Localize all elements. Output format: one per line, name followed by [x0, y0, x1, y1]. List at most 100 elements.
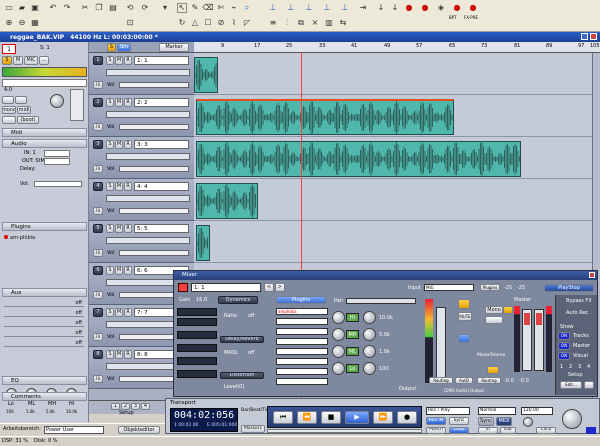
down-arrow-2-icon[interactable]: ↓ — [390, 3, 400, 13]
master-fader-l-cap[interactable] — [524, 313, 530, 325]
page-1-button[interactable]: 1 — [111, 403, 120, 410]
track-4-mute-button[interactable]: M — [115, 182, 123, 191]
dyn-slot-2[interactable] — [177, 318, 217, 326]
stop-icon[interactable]: ■ — [321, 411, 341, 424]
track-lane-1[interactable] — [194, 53, 600, 95]
track-2-number[interactable]: 2 — [93, 98, 103, 107]
track-1-pan-slider[interactable] — [106, 69, 190, 76]
track-6-mute-button[interactable]: M — [115, 266, 123, 275]
track-1-fx-button[interactable]: FX — [93, 81, 103, 89]
track-2-mute-button[interactable]: M — [115, 98, 123, 107]
track-3-number[interactable]: 3 — [93, 140, 103, 149]
inspector-button-a[interactable] — [2, 96, 14, 104]
plugin-slot-7-select[interactable] — [276, 368, 328, 375]
track-2-pan-slider[interactable] — [106, 111, 190, 118]
track-header-1[interactable]: 1 S M R 1: 1 FX Vol — [89, 53, 194, 95]
track-5-pan-slider[interactable] — [106, 237, 190, 244]
track-8-mute-button[interactable]: M — [115, 350, 123, 359]
audio-out-select[interactable] — [44, 158, 70, 165]
plugin-slot-3-select[interactable] — [276, 328, 328, 335]
marker-4-icon[interactable]: ⊥ — [322, 3, 332, 13]
selector-icon[interactable]: ↖ — [177, 3, 187, 13]
inspector-volume-fader[interactable] — [70, 89, 84, 121]
comments-section-header[interactable]: Comments — [2, 392, 87, 401]
maximize-window-icon[interactable] — [581, 33, 588, 40]
eraser-icon[interactable]: ⌫ — [202, 3, 213, 13]
loop-icon[interactable]: ↻ — [177, 18, 187, 28]
track-2-record-button[interactable]: R — [124, 98, 132, 107]
track-7-number[interactable]: 7 — [93, 308, 103, 317]
plugin-slot-2-select[interactable] — [276, 318, 328, 325]
track-1-clip[interactable] — [194, 57, 218, 93]
mixer-mono-stereo-button[interactable] — [485, 316, 503, 324]
inspector-track-number[interactable]: 1 — [2, 44, 16, 54]
fade-icon[interactable]: ◸ — [242, 18, 252, 28]
track-header-4[interactable]: 4 S M R 4: 4 FX Vol — [89, 179, 194, 221]
plugin-slot-1-select[interactable]: amphibia — [276, 308, 328, 315]
dynamics-tab[interactable]: Dynamics — [218, 296, 258, 304]
midi-section-header[interactable]: Midi — [2, 128, 87, 137]
glue-icon[interactable]: ⧉ — [296, 18, 306, 28]
track-4-name[interactable]: 4: 4 — [134, 182, 189, 191]
dyn-slot-6[interactable] — [177, 370, 217, 378]
inspector-mono-button[interactable]: mono — [2, 106, 16, 114]
track-3-solo-button[interactable]: S — [106, 140, 114, 149]
mixer-eq-mh-gain-knob[interactable] — [332, 328, 345, 341]
track-header-3[interactable]: 3 S M R 3: 3 FX Vol — [89, 137, 194, 179]
track-5-name[interactable]: 5: 5 — [134, 224, 189, 233]
mixer-page-1[interactable]: 1 — [560, 365, 563, 370]
track-lane-4[interactable] — [194, 179, 600, 221]
mixer-solo-button[interactable] — [458, 299, 470, 309]
project-title-bar[interactable]: reggae_BAK.VIP 44100 Hz L: 00:03:00:00 * — [0, 32, 600, 42]
sync-big-button[interactable]: Sync — [478, 417, 494, 426]
marker-1-icon[interactable]: ⊥ — [268, 3, 278, 13]
track-2-clip[interactable] — [196, 99, 454, 135]
dyn-slot-1[interactable] — [177, 308, 217, 316]
track-4-clip[interactable] — [196, 183, 258, 219]
workspace-select[interactable]: Power User — [44, 426, 104, 434]
mixer-eq-mh-freq-knob[interactable] — [363, 328, 376, 341]
marker-3-icon[interactable]: ⊥ — [304, 3, 314, 13]
track-1-vol-slider[interactable] — [119, 82, 189, 88]
mixer-eq-ml-label[interactable]: ML — [346, 347, 359, 356]
mixer-eq-hi-freq-knob[interactable] — [363, 311, 376, 324]
transport-position-slider[interactable] — [267, 429, 422, 433]
inspector-mute-button[interactable]: M — [13, 56, 23, 65]
track-3-clip[interactable] — [196, 141, 521, 177]
marker-5-icon[interactable]: ⊥ — [340, 3, 350, 13]
marker-2-icon[interactable]: ⊥ — [286, 3, 296, 13]
marker-button[interactable]: Marker — [159, 43, 189, 52]
object-editor-button[interactable]: Objekteditor — [118, 426, 160, 434]
mixer-input-select[interactable]: MIG — [424, 284, 474, 291]
split-icon[interactable]: ⫶ — [282, 18, 292, 28]
scissors-icon[interactable]: ✄ — [216, 3, 226, 13]
track-lane-2[interactable] — [194, 95, 600, 137]
eq-section-header[interactable]: EQ — [2, 376, 87, 385]
inspector-volume-knob[interactable] — [50, 94, 64, 108]
bypass-fx-label[interactable]: Bypass FX — [566, 299, 592, 304]
mixer-prev-track-button[interactable]: < — [264, 283, 274, 292]
aux-slot-5[interactable]: off — [4, 340, 84, 347]
play-icon[interactable]: ▶ — [345, 411, 369, 424]
paste-icon[interactable]: ▤ — [108, 3, 118, 13]
track-8-solo-button[interactable]: S — [106, 350, 114, 359]
open-folder-icon[interactable]: ▰ — [17, 3, 27, 13]
tempo-mode-select[interactable]: Normal — [478, 407, 516, 415]
mixer-edit-button[interactable]: Edit... — [560, 381, 582, 389]
mixer-mute-button[interactable]: MUTE — [458, 312, 472, 321]
track-6-number[interactable]: 6 — [93, 266, 103, 275]
mixer-playstop-button[interactable]: PlayStop — [544, 284, 594, 292]
zoom-icon[interactable]: ⌕ — [242, 3, 252, 13]
aux-slot-4[interactable]: off — [4, 330, 84, 337]
track-1-record-button[interactable]: R — [124, 56, 132, 65]
inspector-solo-button[interactable]: S — [2, 56, 12, 65]
rec-mode-select[interactable]: Rec / Play — [426, 407, 470, 415]
transport-time-display[interactable]: 004:02:056 1 00:02.00 E 005:01:000 — [170, 408, 238, 432]
redo-arrow-icon[interactable]: ⟳ — [140, 3, 150, 13]
track-4-number[interactable]: 4 — [93, 182, 103, 191]
inspector-empty-button[interactable] — [2, 116, 16, 124]
mixer-eq-lo-gain-knob[interactable] — [332, 362, 345, 375]
audio-vol-slider[interactable] — [34, 181, 82, 187]
mixer-page-4[interactable]: 4 — [587, 365, 590, 370]
snap-icon[interactable]: ⊡ — [125, 18, 135, 28]
